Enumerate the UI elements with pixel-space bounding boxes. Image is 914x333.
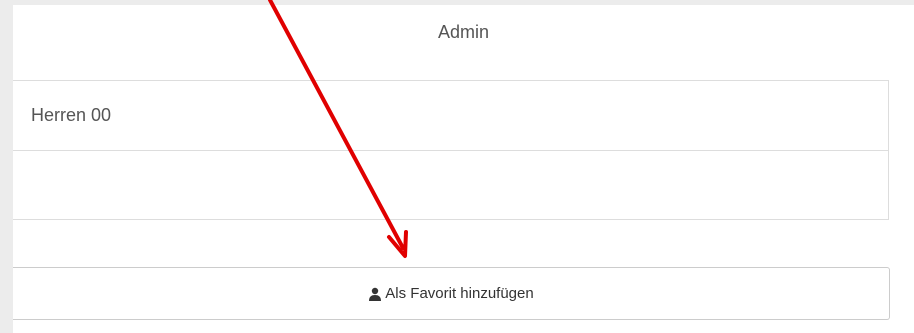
page: Admin Herren 00 Als Favorit hinzufügen bbox=[0, 0, 914, 333]
team-name-cell: Herren 00 bbox=[31, 105, 112, 125]
admin-header: Admin bbox=[437, 22, 490, 42]
team-panel: Admin Herren 00 Als Favorit hinzufügen bbox=[13, 5, 914, 333]
user-icon bbox=[368, 287, 382, 301]
info-table: Herren 00 bbox=[13, 80, 889, 220]
table-row: Herren 00 bbox=[13, 81, 888, 150]
table-row bbox=[13, 150, 888, 219]
add-favorite-button[interactable]: Als Favorit hinzufügen bbox=[13, 267, 890, 320]
add-favorite-label: Als Favorit hinzufügen bbox=[385, 285, 534, 302]
